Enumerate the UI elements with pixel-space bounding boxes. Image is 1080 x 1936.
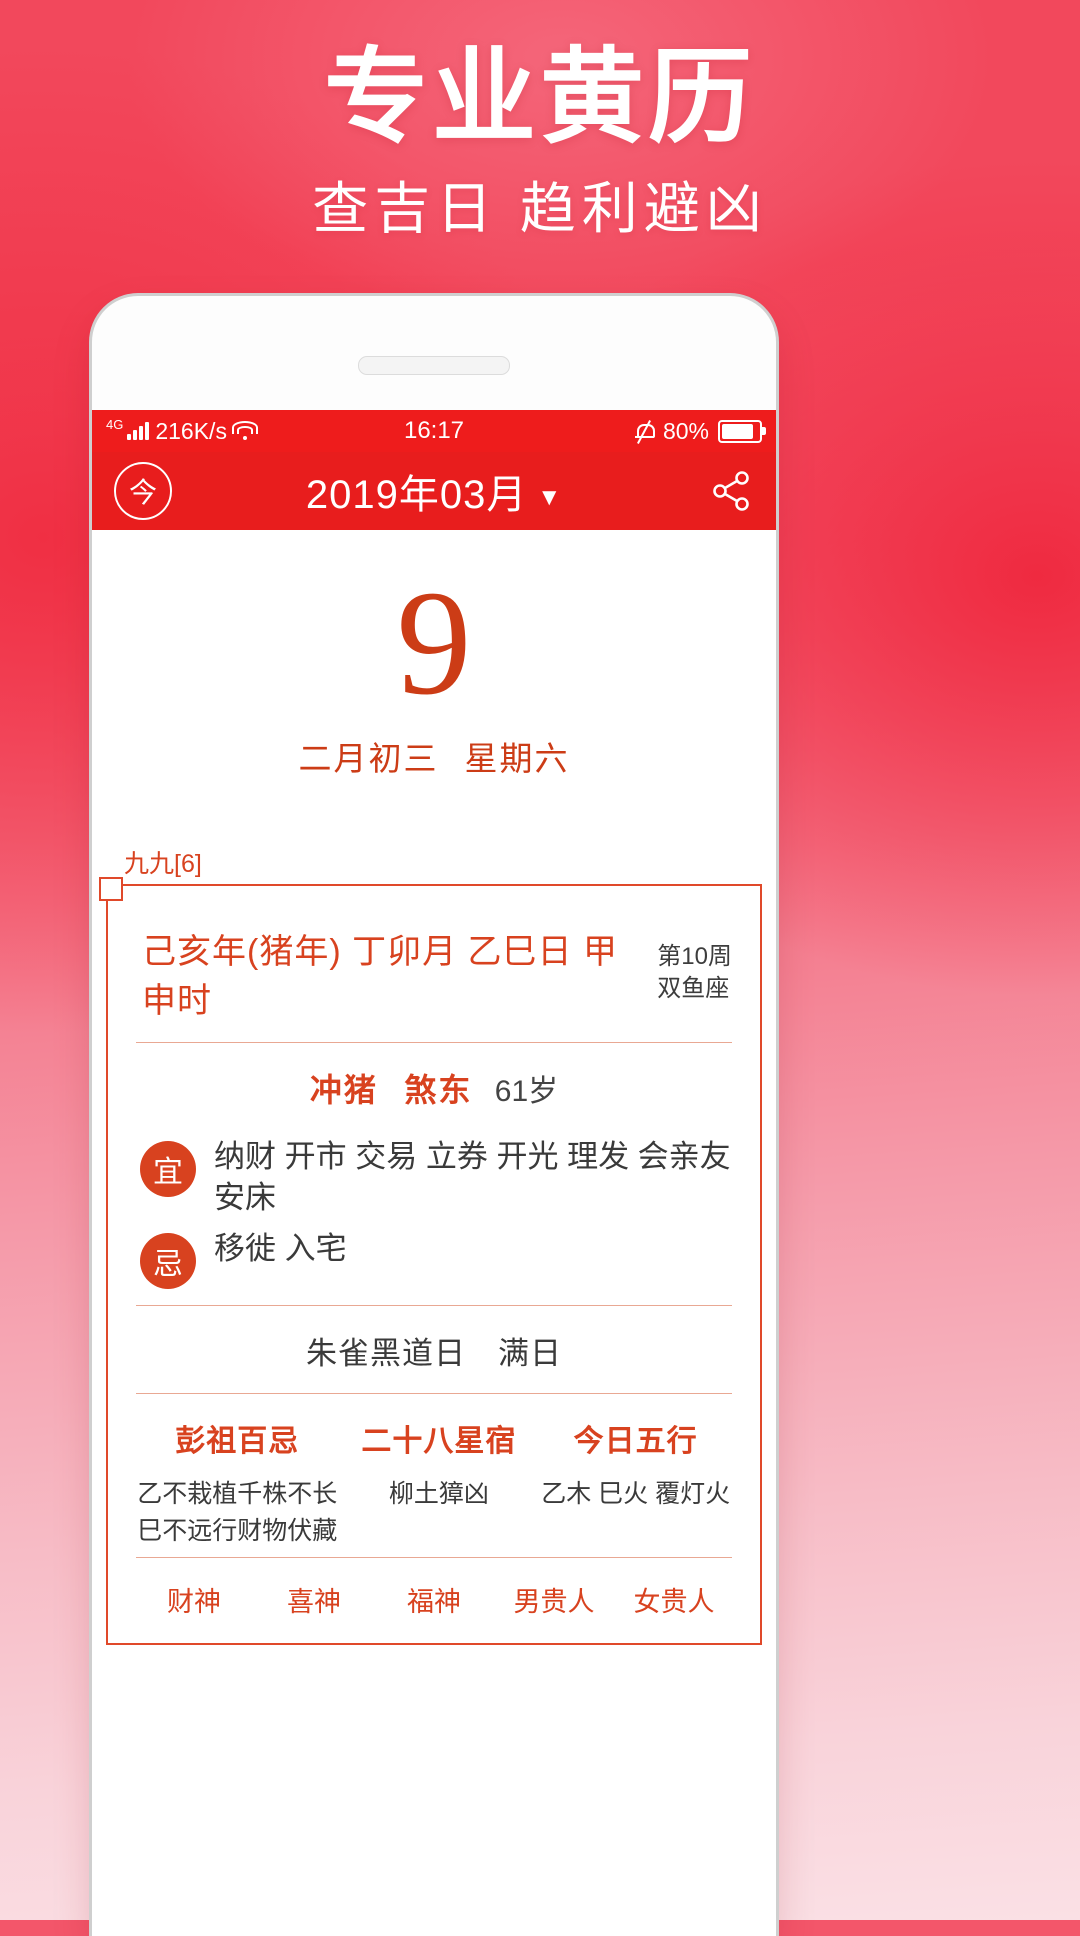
app-bar: 今 2019年03月 ▼ [92,452,776,530]
lunar-date-label: 二月初三 [298,740,439,777]
xingxiu-lines: 柳土獐凶 [341,1476,538,1514]
week-zodiac-block: 第10周 双鱼座 [657,941,732,1006]
pengzu-title: 彭祖百忌 [175,1424,300,1458]
xingxiu-title: 二十八星宿 [361,1424,517,1458]
wifi-icon [231,421,258,440]
jiujiu-label: 九九[6] [124,850,202,878]
pengzu-column[interactable]: 彭祖百忌 乙不栽植千株不长 巳不远行财物伏藏 [134,1416,341,1551]
xingxiu-column[interactable]: 二十八星宿 柳土獐凶 [341,1416,538,1551]
month-title-label: 2019年03月 [305,473,528,517]
chong-sha-row: 冲猪 煞东 61岁 [134,1043,734,1131]
ganzhi-label: 己亥年(猪年) 丁卯月 乙巳日 甲申时 [142,933,618,1020]
battery-percent-label: 80% [662,417,709,444]
page-subtitle: 查吉日 趋利避凶 [312,177,768,241]
pengzu-line: 巳不远行财物伏藏 [137,1517,338,1546]
network-type-label: 4G [106,416,124,432]
zodiac-sign-label: 双鱼座 [657,975,730,1002]
god-item-nvguiren[interactable]: 女贵人 [614,1580,734,1619]
chong-label: 冲猪 [309,1072,378,1108]
lunar-weekday-line: 二月初三 星期六 [92,732,776,780]
phone-mockup: 4G 216K/s 16:17 80% 今 2019年03月 ▼ 9 二月初三 … [92,296,776,1936]
bell-muted-icon [634,419,655,444]
battery-icon [718,419,766,443]
poster-header: 专业黄历 查吉日 趋利避凶 [0,0,1080,240]
status-bar: 4G 216K/s 16:17 80% [92,410,776,452]
today-button-label: 今 [128,477,157,508]
today-button[interactable]: 今 [114,462,172,520]
ji-text: 移徙 入宅 [214,1230,347,1266]
ji-badge: 忌 [140,1232,196,1289]
earpiece-speaker [358,356,510,375]
ji-row[interactable]: 忌 移徙 入宅 [134,1223,734,1293]
shen-line: 朱雀黑道日 满日 [306,1335,562,1371]
signal-bars-icon [127,422,150,440]
pengzu-line: 乙不栽植千株不长 [137,1479,338,1508]
phone-screen: 4G 216K/s 16:17 80% 今 2019年03月 ▼ 9 二月初三 … [92,410,776,1936]
wuxing-line: 乙木 巳火 覆灯火 [541,1479,731,1508]
god-item-fushen[interactable]: 福神 [374,1580,494,1619]
wuxing-lines: 乙木 巳火 覆灯火 [537,1476,734,1514]
status-bar-right: 80% [634,417,766,445]
sha-label: 煞东 [404,1072,473,1108]
ganzhi-row: 己亥年(猪年) 丁卯月 乙巳日 甲申时 第10周 双鱼座 [134,904,734,1042]
xingxiu-line: 柳土獐凶 [388,1479,489,1508]
wuxing-title: 今日五行 [573,1424,698,1458]
month-selector[interactable]: 2019年03月 ▼ [92,462,776,520]
page-title: 专业黄历 [323,40,756,156]
status-bar-left: 4G 216K/s [106,416,258,445]
week-of-year-label: 第10周 [657,942,732,970]
date-hero: 9 二月初三 星期六 [92,530,776,780]
share-icon [713,471,749,511]
poster-background: 专业黄历 查吉日 趋利避凶 4G 216K/s 16:17 80% 今 2019… [0,0,1080,1936]
almanac-card[interactable]: 己亥年(猪年) 丁卯月 乙巳日 甲申时 第10周 双鱼座 冲猪 煞东 61岁 宜… [99,877,762,1645]
chevron-down-icon: ▼ [537,484,563,511]
pengzu-lines: 乙不栽植千株不长 巳不远行财物伏藏 [134,1476,341,1551]
yi-ji-block: 宜 纳财 开市 交易 立券 开光 理发 会亲友 安床 忌 移徙 入宅 [134,1131,734,1305]
weekday-label: 星期六 [464,740,570,777]
god-item-nanguiren[interactable]: 男贵人 [494,1580,614,1619]
yi-row[interactable]: 宜 纳财 开市 交易 立券 开光 理发 会亲友 安床 [134,1131,734,1223]
share-button[interactable] [708,468,754,514]
age-label: 61岁 [494,1075,559,1108]
gods-row: 财神 喜神 福神 男贵人 女贵人 [134,1558,734,1633]
yi-text: 纳财 开市 交易 立券 开光 理发 会亲友 安床 [214,1139,731,1215]
almanac-triple-columns: 彭祖百忌 乙不栽植千株不长 巳不远行财物伏藏 二十八星宿 柳土獐凶 今日五行 乙… [134,1394,734,1557]
day-number: 9 [396,560,472,726]
god-item-caishen[interactable]: 财神 [134,1580,254,1619]
net-speed-label: 216K/s [155,417,227,444]
almanac-section: 九九[6] 己亥年(猪年) 丁卯月 乙巳日 甲申时 第10周 双鱼座 冲猪 煞东 [99,844,762,1645]
yi-badge: 宜 [140,1141,196,1197]
wuxing-column[interactable]: 今日五行 乙木 巳火 覆灯火 [537,1416,734,1551]
god-item-xishen[interactable]: 喜神 [254,1580,374,1619]
